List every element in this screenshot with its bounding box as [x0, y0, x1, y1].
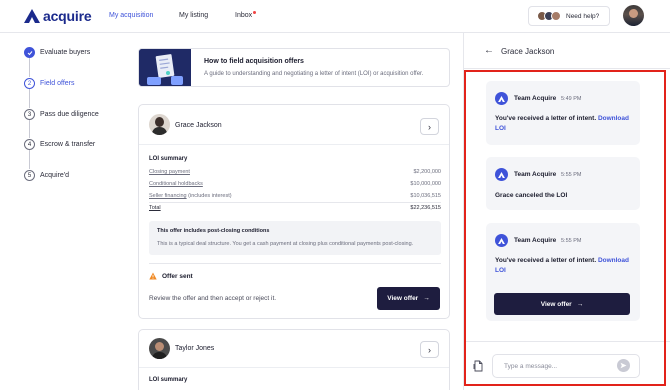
conditions-title: This offer includes post-closing conditi…: [157, 228, 270, 234]
loi-label[interactable]: Closing payment: [149, 169, 190, 175]
buyer-name: Taylor Jones: [175, 345, 215, 352]
step-number: 3: [24, 109, 35, 120]
step-field-offers[interactable]: 2 Field offers: [24, 78, 75, 89]
expand-offer-button[interactable]: ›: [420, 341, 439, 358]
buyer-name: Grace Jackson: [175, 122, 222, 129]
chevron-right-icon: ›: [428, 344, 431, 355]
step-connector: [29, 119, 30, 138]
offer-card: Grace Jackson › LOI summary Closing paym…: [138, 104, 450, 319]
logo-text: acquire: [43, 8, 92, 24]
step-label: Pass due diligence: [40, 111, 99, 118]
arrow-right-icon: →: [423, 295, 430, 302]
loi-summary-title: LOI summary: [149, 377, 188, 383]
view-offer-button[interactable]: View offer →: [377, 287, 440, 310]
step-number: 5: [24, 170, 35, 181]
loi-value: $10,000,000: [410, 181, 441, 187]
help-avatars: [537, 11, 561, 21]
step-connector: [29, 89, 30, 108]
loi-note: (includes interest): [188, 193, 232, 199]
need-help-label: Need help?: [566, 12, 600, 20]
step-number: 2: [24, 78, 35, 89]
chat-title: Grace Jackson: [501, 47, 555, 56]
loi-label-group: Seller financing (includes interest): [149, 193, 232, 199]
offer-status-label: Offer sent: [162, 272, 193, 280]
top-header: acquire My acquisition My listing Inbox …: [0, 0, 670, 33]
offer-status: Offer sent: [149, 272, 193, 280]
user-avatar[interactable]: [623, 5, 644, 26]
buyer-avatar: [149, 338, 170, 359]
nav-inbox[interactable]: Inbox: [235, 11, 257, 19]
conditions-notice: This offer includes post-closing conditi…: [149, 221, 441, 255]
guide-title: How to field acquisition offers: [204, 58, 304, 65]
review-instructions: Review the offer and then accept or reje…: [149, 295, 277, 302]
guide-card[interactable]: How to field acquisition offers A guide …: [138, 48, 450, 87]
step-acquired[interactable]: 5 Acquire'd: [24, 170, 69, 181]
chat-header: ← Grace Jackson: [464, 33, 670, 69]
nav-my-acquisition[interactable]: My acquisition: [109, 12, 153, 19]
step-label: Escrow & transfer: [40, 141, 96, 148]
acquire-logo[interactable]: acquire: [24, 8, 92, 24]
warning-icon: [149, 272, 157, 280]
conditions-text: This is a typical deal structure. You ge…: [157, 241, 414, 247]
step-label: Field offers: [40, 80, 75, 87]
offer-card-header[interactable]: Grace Jackson ›: [139, 105, 449, 145]
expand-offer-button[interactable]: ›: [420, 118, 439, 135]
divider: [149, 263, 441, 264]
loi-label: Total: [149, 205, 161, 211]
step-connector: [29, 150, 30, 169]
loi-label[interactable]: Seller financing: [149, 193, 187, 199]
nav-inbox-label: Inbox: [235, 12, 253, 19]
offer-card-header[interactable]: Taylor Jones ›: [139, 330, 449, 368]
loi-label[interactable]: Conditional holdbacks: [149, 181, 203, 187]
document-illustration-icon: [139, 49, 191, 86]
guide-subtitle: A guide to understanding and negotiating…: [204, 71, 424, 77]
chevron-right-icon: ›: [428, 121, 431, 132]
step-label: Acquire'd: [40, 172, 69, 179]
view-offer-label: View offer: [387, 295, 419, 302]
logo-mark-icon: [24, 9, 40, 23]
highlight-box: [464, 70, 666, 386]
loi-value: $2,200,000: [413, 169, 441, 175]
check-icon: [24, 47, 35, 58]
help-avatar: [551, 11, 561, 21]
back-arrow-icon[interactable]: ←: [484, 45, 494, 56]
nav-my-listing[interactable]: My listing: [179, 12, 208, 19]
step-number: 4: [24, 139, 35, 150]
loi-value: $22,236,515: [410, 205, 441, 211]
loi-value: $10,036,515: [410, 193, 441, 199]
step-label: Evaluate buyers: [40, 49, 91, 56]
step-evaluate-buyers[interactable]: Evaluate buyers: [24, 47, 90, 58]
loi-summary-title: LOI summary: [149, 156, 188, 162]
buyer-avatar: [149, 114, 170, 135]
need-help-button[interactable]: Need help?: [528, 6, 610, 26]
step-connector: [29, 58, 30, 77]
unread-dot: [253, 11, 257, 14]
step-escrow-transfer[interactable]: 4 Escrow & transfer: [24, 139, 95, 150]
guide-illustration: [139, 49, 191, 86]
divider: [149, 202, 441, 203]
step-pass-due-diligence[interactable]: 3 Pass due diligence: [24, 109, 99, 120]
offer-card: Taylor Jones › LOI summary: [138, 329, 450, 390]
